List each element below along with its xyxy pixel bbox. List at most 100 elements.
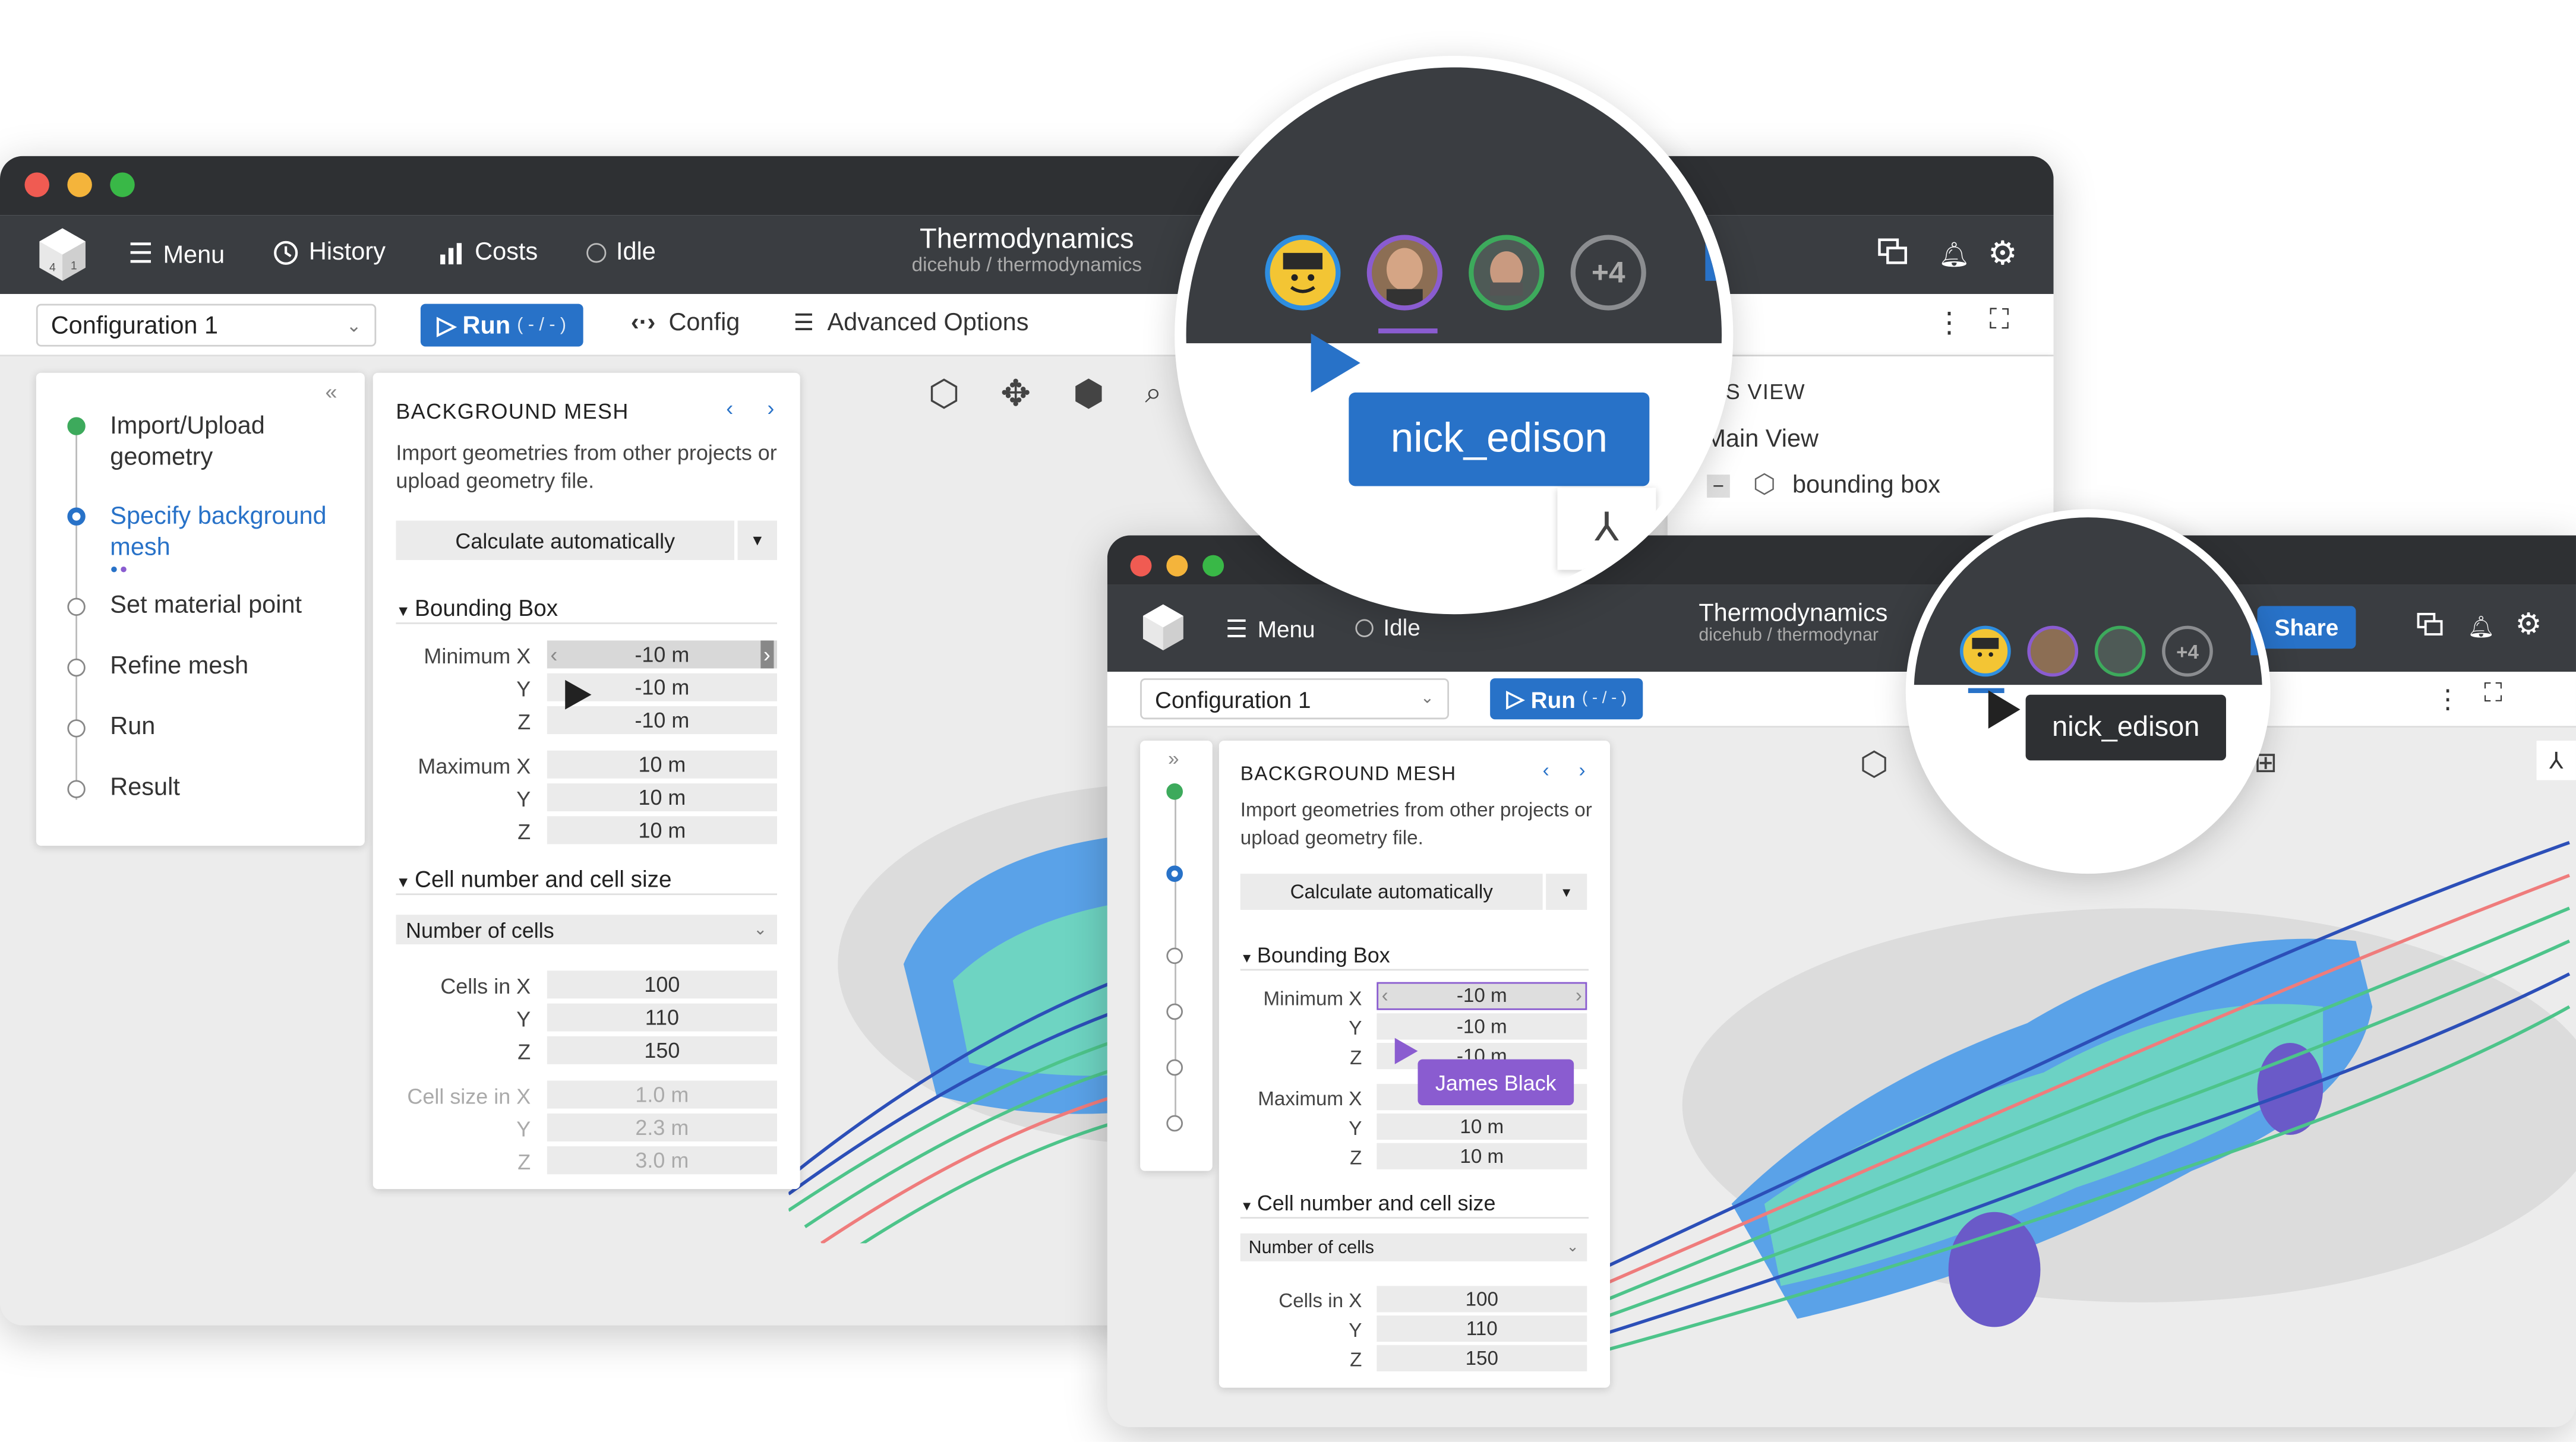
move-icon[interactable]: ✥ [1000,373,1031,416]
prev-arrow-icon[interactable]: ‹ [726,396,733,420]
avatar-james-black[interactable] [2027,625,2079,677]
app-logo[interactable]: 41 [36,225,89,284]
mouse-cursor-icon [565,679,592,710]
cell-section-toggle[interactable]: ▼ Cell number and cell size [396,865,671,891]
menu-button[interactable]: ☰ Menu [1226,614,1315,644]
magnified-axes-button[interactable]: ⅄ [1557,488,1656,570]
min-x-stepper[interactable]: ‹ -10 m › [1377,982,1587,1010]
cell-section-toggle[interactable]: ▼ Cell number and cell size [1240,1191,1496,1215]
step-done-check-icon[interactable] [1166,783,1183,800]
gear-icon[interactable]: ⚙ [2515,608,2542,642]
bell-icon[interactable]: 🔔︎ [2467,614,2495,640]
calculate-automatically-button[interactable]: Calculate automatically [1240,874,1543,910]
maximize-window-button[interactable] [110,172,135,197]
lego-face-icon [1283,252,1323,293]
step-import[interactable]: Import/Upload geometry [110,410,340,473]
step-pending-icon[interactable] [1166,1003,1183,1020]
menu-button[interactable]: ☰ Menu [128,238,225,271]
max-y-field[interactable]: 10 m [547,783,777,812]
main-view-label[interactable]: Main View [1705,425,1819,453]
next-arrow-icon[interactable]: › [1579,759,1585,782]
cells-x-field[interactable]: 100 [547,970,777,999]
bell-icon[interactable]: 🔔︎ [1939,240,1970,269]
calc-dropdown-button[interactable]: ▼ [1546,874,1587,910]
minimize-window-button[interactable] [67,172,92,197]
cells-y-field[interactable]: 110 [1377,1315,1587,1342]
viewport[interactable]: ⬡ ⊞ ⅄ » BACKGROUND MESH ‹ › Import geome… [1107,728,2576,1428]
project-path: dicehub / thermodynamics [911,252,1142,276]
avatar-nick-edison[interactable] [1265,235,1341,311]
more-vertical-icon[interactable]: ⋮ [1936,307,1963,340]
app-logo[interactable] [1140,601,1186,653]
close-window-button[interactable] [24,172,49,197]
collapse-minus-icon[interactable]: − [1707,475,1730,498]
step-result[interactable]: Result [110,773,180,801]
prev-arrow-icon[interactable]: ‹ [1543,759,1549,782]
avatar-user-green[interactable] [1469,235,1545,311]
toolbar: Configuration 1 ⌄ ▷ Run ( - / - ) ⋮ ⛶ [1107,672,2576,728]
max-z-field[interactable]: 10 m [1377,1143,1587,1169]
step-pending-icon[interactable] [1166,1059,1183,1076]
view-cube-icon[interactable]: ⬡ [928,373,959,416]
avatar-james-black[interactable] [1366,235,1442,311]
increment-icon[interactable]: › [760,640,774,669]
nick-cursor-icon [1988,690,2021,729]
config-button[interactable]: ‹·› Config [631,309,740,337]
history-button[interactable]: History [273,238,386,266]
minimize-window-button[interactable] [1166,555,1188,577]
step-pending-icon[interactable] [1166,1115,1183,1132]
calculate-automatically-button[interactable]: Calculate automatically [396,520,735,560]
cells-x-field[interactable]: 100 [1377,1286,1587,1313]
expand-icon[interactable]: ⛶ [2484,680,2502,710]
max-z-field[interactable]: 10 m [547,816,777,845]
cell-mode-select[interactable]: Number of cells ⌄ [396,915,777,945]
step-background-mesh[interactable]: Specify background mesh [110,501,340,563]
gear-icon[interactable]: ⚙ [1988,233,2018,274]
run-button[interactable]: ▷ Run ( - / - ) [1490,678,1643,720]
bounding-box-section-toggle[interactable]: ▼ Bounding Box [396,594,558,621]
cell-mode-select[interactable]: Number of cells ⌄ [1240,1233,1587,1261]
axes-icon[interactable]: ⅄ [2536,741,2576,780]
avatar-nick-edison[interactable] [1960,625,2011,677]
code-icon: ‹·› [630,308,656,337]
configuration-select[interactable]: Configuration 1 ⌄ [1140,678,1449,720]
more-vertical-icon[interactable]: ⋮ [2435,683,2461,716]
decrement-icon[interactable]: ‹ [550,640,557,668]
configuration-select[interactable]: Configuration 1 ⌄ [36,303,377,347]
maximize-window-button[interactable] [1202,555,1224,577]
min-y-field[interactable]: -10 m [1377,1013,1587,1040]
step-material-point[interactable]: Set material point [110,592,302,619]
costs-button[interactable]: Costs [438,238,538,266]
step-active-icon[interactable] [1166,865,1183,882]
step-run[interactable]: Run [110,713,155,741]
zoom-icon[interactable]: ⌕ [1145,376,1161,410]
cells-y-field[interactable]: 110 [547,1003,777,1032]
step-refine-mesh[interactable]: Refine mesh [110,652,248,680]
expand-icon[interactable]: ⛶ [1990,304,2009,337]
view-cube-icon[interactable]: ⬡ [1860,744,1888,785]
cells-z-field[interactable]: 150 [1377,1345,1587,1372]
avatar-user-green[interactable] [2094,625,2146,677]
next-arrow-icon[interactable]: › [767,396,774,420]
decrement-icon[interactable]: ‹ [1382,984,1388,1008]
max-x-field[interactable]: 10 m [547,750,777,779]
advanced-options-button[interactable]: ☰ Advanced Options [794,309,1029,337]
collapse-panel-icon[interactable]: « [326,380,337,404]
bounding-box-section-toggle[interactable]: ▼ Bounding Box [1240,943,1390,967]
expand-panel-icon[interactable]: » [1168,747,1179,770]
share-button[interactable]: Share [2257,606,2356,649]
box-icon[interactable]: ⬢ [1073,373,1104,416]
calc-dropdown-button[interactable]: ▼ [737,520,777,560]
run-button[interactable]: ▷ Run ( - / - ) [420,303,583,347]
increment-icon[interactable]: › [1576,984,1582,1008]
min-x-stepper[interactable]: ‹ -10 m › [547,640,777,669]
cells-z-field[interactable]: 150 [547,1036,777,1064]
step-pending-icon[interactable] [1166,947,1183,965]
more-users-badge[interactable]: +4 [2162,625,2213,677]
bounding-box-tree-item[interactable]: bounding box [1792,472,1940,499]
max-y-field[interactable]: 10 m [1377,1113,1587,1140]
chat-icon[interactable] [1878,238,1909,266]
close-window-button[interactable] [1130,555,1152,577]
more-users-badge[interactable]: +4 [1570,235,1646,311]
chat-icon[interactable] [2417,612,2445,637]
